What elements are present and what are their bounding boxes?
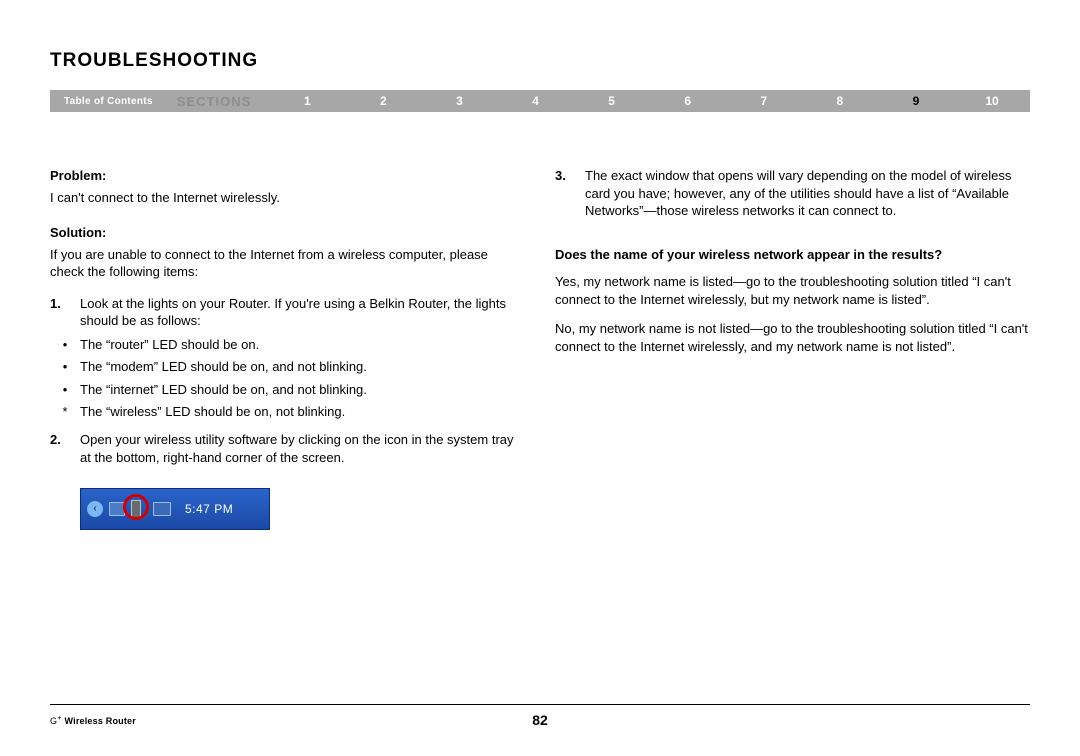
asterisk-icon: * <box>50 403 80 421</box>
question-heading: Does the name of your wireless network a… <box>555 246 1030 264</box>
item-text: Open your wireless utility software by c… <box>80 431 525 466</box>
item-text: The exact window that opens will vary de… <box>585 167 1030 220</box>
right-column: 3. The exact window that opens will vary… <box>555 167 1030 530</box>
list-item: • The “modem” LED should be on, and not … <box>50 358 525 376</box>
list-item: 1. Look at the lights on your Router. If… <box>50 295 525 330</box>
red-circle-highlight <box>123 494 149 520</box>
solution-label: Solution: <box>50 224 525 242</box>
list-item: • The “router” LED should be on. <box>50 336 525 354</box>
list-item: 2. Open your wireless utility software b… <box>50 431 525 466</box>
page-footer: G+ Wireless Router 82 <box>50 704 1030 726</box>
problem-text: I can't connect to the Internet wireless… <box>50 189 525 207</box>
tray-expand-icon: ‹ <box>87 501 103 517</box>
list-item: • The “internet” LED should be on, and n… <box>50 381 525 399</box>
answer-yes: Yes, my network name is listed—go to the… <box>555 273 1030 308</box>
section-link-8[interactable]: 8 <box>802 94 878 108</box>
section-link-3[interactable]: 3 <box>421 94 497 108</box>
item-number: 2. <box>50 431 80 466</box>
solution-intro: If you are unable to connect to the Inte… <box>50 246 525 281</box>
bullet-icon: • <box>50 336 80 354</box>
section-link-9[interactable]: 9 <box>878 94 954 108</box>
page-number: 82 <box>532 712 548 728</box>
tray-wireless-icon-highlighted <box>131 500 141 518</box>
sections-label: SECTIONS <box>167 94 269 109</box>
page-title: TROUBLESHOOTING <box>50 50 1030 72</box>
tray-network-icon <box>153 502 171 516</box>
problem-label: Problem: <box>50 167 525 185</box>
system-tray-image: ‹ 5:47 PM <box>80 488 270 530</box>
section-link-10[interactable]: 10 <box>954 94 1030 108</box>
item-text: The “modem” LED should be on, and not bl… <box>80 358 367 376</box>
item-text: The “internet” LED should be on, and not… <box>80 381 367 399</box>
bullet-icon: • <box>50 358 80 376</box>
item-text: The “wireless” LED should be on, not bli… <box>80 403 345 421</box>
product-name: G+ Wireless Router <box>50 713 136 726</box>
section-link-6[interactable]: 6 <box>650 94 726 108</box>
item-text: Look at the lights on your Router. If yo… <box>80 295 525 330</box>
section-numbers: 1 2 3 4 5 6 7 8 9 10 <box>269 94 1030 108</box>
left-column: Problem: I can't connect to the Internet… <box>50 167 525 530</box>
item-text: The “router” LED should be on. <box>80 336 259 354</box>
tray-clock: 5:47 PM <box>185 501 233 517</box>
section-link-2[interactable]: 2 <box>345 94 421 108</box>
item-number: 1. <box>50 295 80 330</box>
list-item: 3. The exact window that opens will vary… <box>555 167 1030 220</box>
answer-no: No, my network name is not listed—go to … <box>555 320 1030 355</box>
section-link-5[interactable]: 5 <box>574 94 650 108</box>
item-number: 3. <box>555 167 585 220</box>
toc-link[interactable]: Table of Contents <box>50 96 167 107</box>
bullet-icon: • <box>50 381 80 399</box>
section-nav: Table of Contents SECTIONS 1 2 3 4 5 6 7… <box>50 90 1030 112</box>
section-link-4[interactable]: 4 <box>498 94 574 108</box>
list-item: * The “wireless” LED should be on, not b… <box>50 403 525 421</box>
section-link-1[interactable]: 1 <box>269 94 345 108</box>
section-link-7[interactable]: 7 <box>726 94 802 108</box>
